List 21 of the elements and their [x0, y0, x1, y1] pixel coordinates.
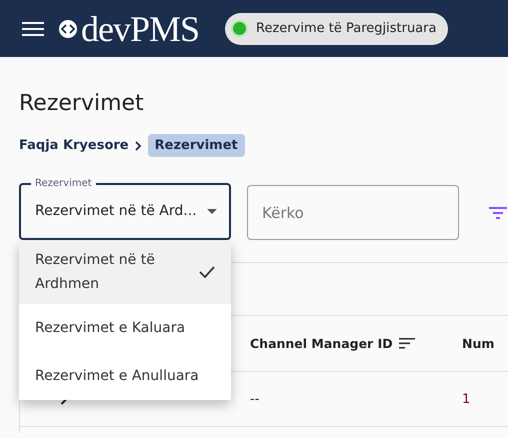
menu-item[interactable]: Rezervimet e Anulluara	[19, 352, 231, 400]
menu-item[interactable]: Rezervimet e Kaluara	[19, 304, 231, 352]
menu-icon[interactable]	[22, 22, 44, 36]
check-icon	[199, 266, 215, 278]
search-field[interactable]: Kërko	[247, 185, 459, 240]
menu-item[interactable]: Rezervimet në të Ardhmen	[19, 240, 231, 304]
column-header[interactable]: Num	[462, 336, 494, 351]
filter-icon[interactable]	[489, 206, 507, 218]
caret-icon	[207, 208, 217, 214]
logo-icon	[58, 18, 78, 38]
sort-icon[interactable]	[398, 338, 415, 349]
status-chip[interactable]: Rezervime të Paregjistruara	[225, 12, 448, 44]
breadcrumb-current[interactable]: Rezervimet	[148, 134, 245, 157]
table-cell: --	[250, 392, 260, 406]
breadcrumb-link[interactable]: Faqja Kryesore	[19, 134, 129, 157]
chevron-icon	[134, 140, 142, 150]
column-header[interactable]: Channel Manager ID	[250, 336, 415, 351]
table-cell: 1	[462, 392, 470, 406]
logo-text: devPMS	[81, 10, 200, 46]
page-title: Rezervimet	[19, 91, 145, 116]
select-label: Rezervimet	[34, 178, 93, 190]
